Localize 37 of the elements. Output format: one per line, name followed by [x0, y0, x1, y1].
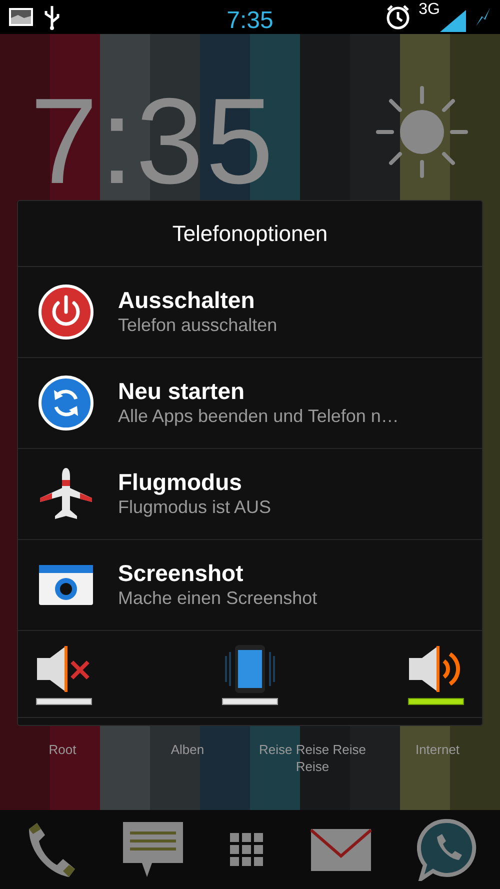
- restart-icon: [38, 375, 94, 431]
- item-title: Neu starten: [118, 378, 246, 406]
- image-icon: [8, 7, 34, 27]
- airplane-icon: [38, 466, 94, 522]
- item-title: Flugmodus: [118, 468, 243, 496]
- sun-icon: [374, 84, 470, 180]
- menu-item[interactable]: Neu starten Alle Apps beenden und Telefon n…: [18, 358, 482, 449]
- item-subtitle: Mache einen Screenshot: [118, 587, 318, 610]
- status-time: 7:35: [226, 6, 274, 36]
- menu-item[interactable]: Ausschalten Telefon ausschalten: [18, 267, 482, 358]
- shortcut-label[interactable]: Root: [8, 742, 118, 776]
- alarm-icon: [384, 4, 411, 30]
- sound-mode-indicator[interactable]: [408, 698, 464, 704]
- menu-item[interactable]: Screenshot Mache einen Screenshot: [18, 540, 482, 631]
- app-grid-icon[interactable]: [230, 832, 264, 866]
- camera-icon: [38, 564, 94, 606]
- sound-mode-indicator[interactable]: [222, 698, 278, 704]
- menu-item[interactable]: Flugmodus Flugmodus ist AUS: [18, 449, 482, 540]
- message-icon[interactable]: [122, 820, 184, 878]
- signal-icon: [440, 10, 466, 32]
- shortcut-label[interactable]: Reise Reise Reise Reise: [258, 742, 368, 776]
- item-title: Ausschalten: [118, 286, 256, 314]
- item-subtitle: Flugmodus ist AUS: [118, 496, 272, 520]
- dialog-title: Telefonoptionen: [18, 201, 482, 267]
- vibrate-phone-icon: [222, 644, 278, 694]
- item-subtitle: Alle Apps beenden und Telefon n…: [118, 405, 399, 428]
- sound-mode-indicator[interactable]: [36, 698, 92, 704]
- power-icon: [38, 284, 94, 340]
- mail-icon[interactable]: [310, 828, 372, 872]
- muted-speaker-icon: [36, 644, 92, 694]
- usb-icon: [42, 4, 62, 30]
- chat-phone-icon[interactable]: [417, 818, 478, 880]
- shortcut-label[interactable]: Alben: [132, 742, 242, 776]
- item-title: Screenshot: [118, 560, 244, 588]
- clock-time: 7:35: [30, 80, 276, 200]
- item-subtitle: Telefon ausschalten: [118, 314, 278, 338]
- network-type: 3G: [418, 2, 440, 18]
